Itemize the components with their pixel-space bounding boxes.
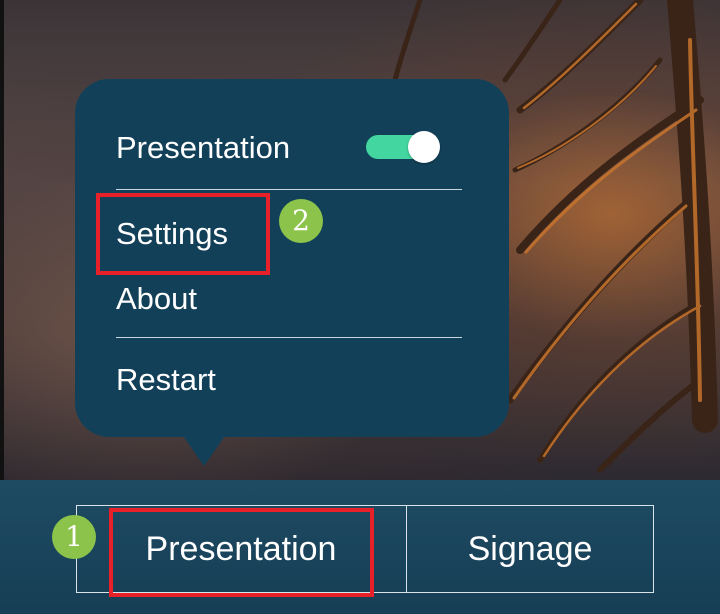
- presentation-tab-highlight-box: [109, 508, 374, 597]
- settings-highlight-box: [96, 193, 270, 275]
- popup-menu-pointer: [183, 436, 225, 466]
- menu-item-about[interactable]: About: [116, 281, 197, 317]
- menu-item-restart[interactable]: Restart: [116, 362, 216, 398]
- toggle-knob: [408, 131, 440, 163]
- tab-signage-label: Signage: [467, 529, 593, 568]
- tab-signage[interactable]: Signage: [406, 505, 654, 593]
- presentation-toggle-label: Presentation: [116, 130, 291, 165]
- step-badge-1: 1: [52, 515, 96, 559]
- menu-divider: [116, 189, 462, 190]
- menu-divider: [116, 337, 462, 338]
- presentation-toggle[interactable]: [366, 131, 440, 163]
- step-badge-2: 2: [279, 199, 323, 243]
